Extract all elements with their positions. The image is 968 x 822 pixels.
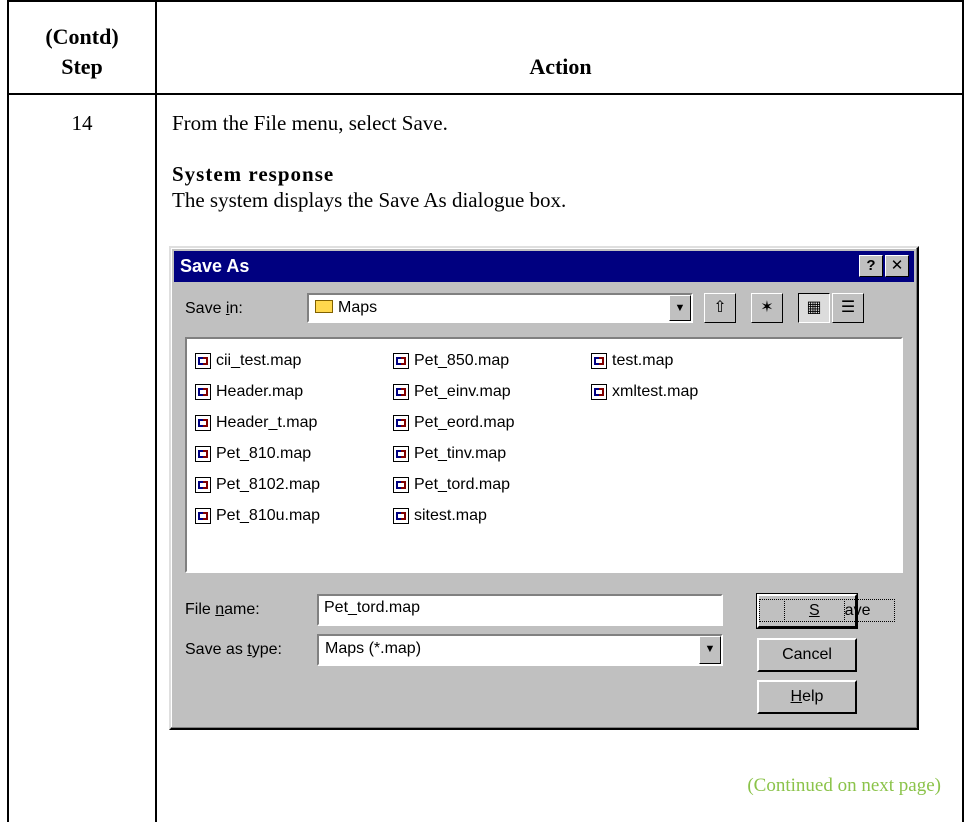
- instruction-text: From the File menu, select Save.: [172, 111, 448, 135]
- file-column-3: test.map xmltest.map: [591, 345, 698, 407]
- file-item[interactable]: sitest.map: [393, 500, 515, 531]
- file-name-input[interactable]: Pet_tord.map: [317, 594, 723, 626]
- map-file-icon: [393, 476, 409, 493]
- dialog-title: Save As: [180, 256, 250, 276]
- save-button[interactable]: Save: [756, 593, 896, 629]
- map-file-icon: [393, 414, 409, 431]
- file-name-label: File name:: [185, 601, 260, 618]
- new-folder-icon: ✶: [760, 299, 774, 316]
- file-item[interactable]: Header_t.map: [195, 407, 320, 438]
- file-item[interactable]: xmltest.map: [591, 376, 698, 407]
- map-file-icon: [195, 476, 211, 493]
- table-header-divider: [7, 93, 964, 95]
- map-file-icon: [393, 507, 409, 524]
- file-item[interactable]: Pet_einv.map: [393, 376, 515, 407]
- continued-note: (Continued on next page): [747, 775, 941, 796]
- file-item[interactable]: Pet_810u.map: [195, 500, 320, 531]
- save-as-dialog: Save As ? ✕ Save in: Maps ▼ ⇧ ✶ ▦ ☰ cii_…: [169, 246, 919, 730]
- save-in-label: Save in:: [185, 300, 243, 317]
- details-view-icon: ☰: [840, 299, 856, 316]
- step-number: 14: [71, 111, 93, 135]
- file-column-2: Pet_850.map Pet_einv.map Pet_eord.map Pe…: [393, 345, 515, 531]
- table-right-border: [962, 0, 964, 822]
- file-item[interactable]: Pet_tord.map: [393, 469, 515, 500]
- map-file-icon: [591, 352, 607, 369]
- map-file-icon: [591, 383, 607, 400]
- save-as-type-dropdown[interactable]: Maps (*.map) ▼: [317, 634, 723, 666]
- title-close-button[interactable]: ✕: [885, 255, 909, 277]
- cancel-button[interactable]: Cancel: [757, 638, 857, 672]
- save-as-type-label: Save as type:: [185, 641, 282, 658]
- system-response-text: The system displays the Save As dialogue…: [172, 188, 567, 212]
- file-item[interactable]: Header.map: [195, 376, 320, 407]
- list-view-icon: ▦: [806, 299, 822, 316]
- map-file-icon: [195, 383, 211, 400]
- map-file-icon: [393, 445, 409, 462]
- help-button[interactable]: Help: [757, 680, 857, 714]
- folder-up-icon: ⇧: [713, 299, 727, 316]
- title-help-button[interactable]: ?: [859, 255, 883, 277]
- list-view-button[interactable]: ▦: [798, 293, 830, 323]
- file-list[interactable]: cii_test.map Header.map Header_t.map Pet…: [185, 337, 903, 573]
- file-item[interactable]: Pet_8102.map: [195, 469, 320, 500]
- dialog-titlebar: Save As ? ✕: [174, 251, 914, 282]
- create-new-folder-button[interactable]: ✶: [751, 293, 783, 323]
- folder-icon: [315, 300, 333, 313]
- up-one-level-button[interactable]: ⇧: [704, 293, 736, 323]
- file-item[interactable]: test.map: [591, 345, 698, 376]
- chevron-down-icon[interactable]: ▼: [699, 636, 721, 664]
- map-file-icon: [195, 414, 211, 431]
- file-item[interactable]: cii_test.map: [195, 345, 320, 376]
- file-item[interactable]: Pet_810.map: [195, 438, 320, 469]
- chevron-down-icon[interactable]: ▼: [669, 295, 691, 321]
- system-response-heading: System response: [172, 162, 335, 186]
- file-item[interactable]: Pet_eord.map: [393, 407, 515, 438]
- file-item[interactable]: Pet_850.map: [393, 345, 515, 376]
- file-item[interactable]: Pet_tinv.map: [393, 438, 515, 469]
- map-file-icon: [393, 352, 409, 369]
- details-view-button[interactable]: ☰: [832, 293, 864, 323]
- save-in-dropdown[interactable]: Maps ▼: [307, 293, 693, 323]
- step-column-header: (Contd) Step: [45, 24, 119, 79]
- map-file-icon: [393, 383, 409, 400]
- file-column-1: cii_test.map Header.map Header_t.map Pet…: [195, 345, 320, 531]
- table-top-border: [7, 0, 964, 2]
- map-file-icon: [195, 507, 211, 524]
- map-file-icon: [195, 445, 211, 462]
- save-in-value: Maps: [338, 299, 378, 316]
- save-as-type-value: Maps (*.map): [325, 640, 422, 657]
- action-column-header: Action: [529, 54, 592, 79]
- map-file-icon: [195, 352, 211, 369]
